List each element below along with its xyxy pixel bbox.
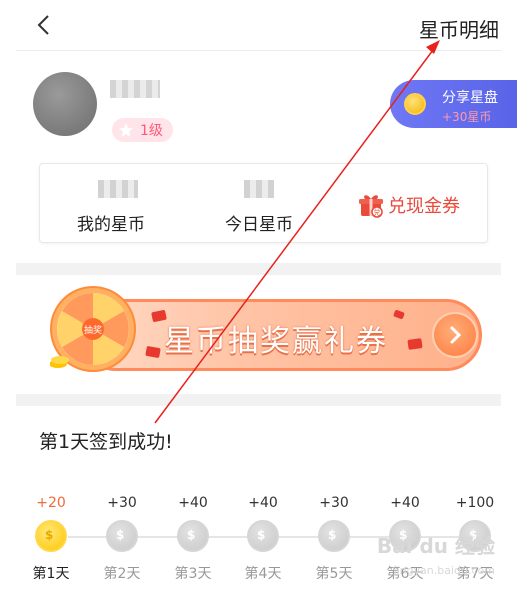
- share-chart-button[interactable]: 分享星盘 +30星币: [390, 80, 517, 128]
- share-title: 分享星盘: [442, 90, 498, 106]
- avatar[interactable]: [33, 72, 97, 136]
- wheel-center-label: 抽奖: [84, 324, 102, 336]
- gift-icon: 兑: [359, 195, 383, 218]
- watermark-url: jingyan.baidu.com: [393, 564, 495, 577]
- day-reward: +40: [248, 495, 278, 511]
- banner-arrow-button[interactable]: [432, 312, 478, 358]
- username-redacted: [110, 80, 160, 98]
- day-label: 第5天: [315, 566, 353, 582]
- star-icon: [119, 123, 133, 137]
- coin-details-link[interactable]: 星币明细: [419, 14, 499, 43]
- level-badge: 1级: [112, 118, 173, 142]
- day-label: 第1天: [32, 566, 70, 582]
- banner-title: 星币抽奖赢礼券: [164, 324, 388, 359]
- redeem-coupon-button[interactable]: 兑 兑现金券: [358, 192, 460, 218]
- day-label: 第4天: [244, 566, 282, 582]
- my-coins-label: 我的星币: [77, 215, 145, 235]
- red-envelope-icon: [407, 338, 423, 350]
- day-reward: +100: [455, 495, 495, 511]
- coin-icon: $: [177, 520, 209, 552]
- redeem-label: 兑现金券: [388, 196, 460, 217]
- day-reward: +40: [178, 495, 208, 511]
- header-divider: [16, 50, 501, 51]
- section-divider: [16, 263, 501, 275]
- today-coins-value-redacted: [244, 180, 274, 198]
- day-reward: +30: [319, 495, 349, 511]
- level-label: 1级: [140, 123, 163, 139]
- chevron-right-icon: [450, 326, 462, 344]
- day-label: 第2天: [103, 566, 141, 582]
- coin-stats-card: 我的星币 今日星币 兑 兑现金券: [39, 163, 488, 243]
- day-reward: +30: [107, 495, 137, 511]
- lottery-banner[interactable]: 星币抽奖赢礼券 抽奖: [50, 286, 486, 372]
- watermark: Bai du 经验: [376, 534, 495, 558]
- day-reward: +20: [36, 495, 66, 511]
- my-coins-value-redacted: [98, 180, 138, 198]
- section-divider: [16, 394, 501, 406]
- coin-icon: $: [318, 520, 350, 552]
- chevron-left-icon: [37, 15, 49, 35]
- svg-text:兑: 兑: [374, 208, 381, 217]
- coin-icon: $: [247, 520, 279, 552]
- signin-success-message: 第1天签到成功!: [39, 431, 173, 453]
- coin-icon: [404, 93, 426, 115]
- day-reward: +40: [390, 495, 420, 511]
- prize-wheel-icon: 抽奖: [50, 286, 136, 372]
- coin-icon: $: [106, 520, 138, 552]
- coin-icon-checked: $: [35, 520, 67, 552]
- today-coins-label: 今日星币: [225, 215, 293, 235]
- share-reward: +30星币: [442, 110, 492, 124]
- day-label: 第3天: [174, 566, 212, 582]
- back-button[interactable]: [32, 12, 58, 38]
